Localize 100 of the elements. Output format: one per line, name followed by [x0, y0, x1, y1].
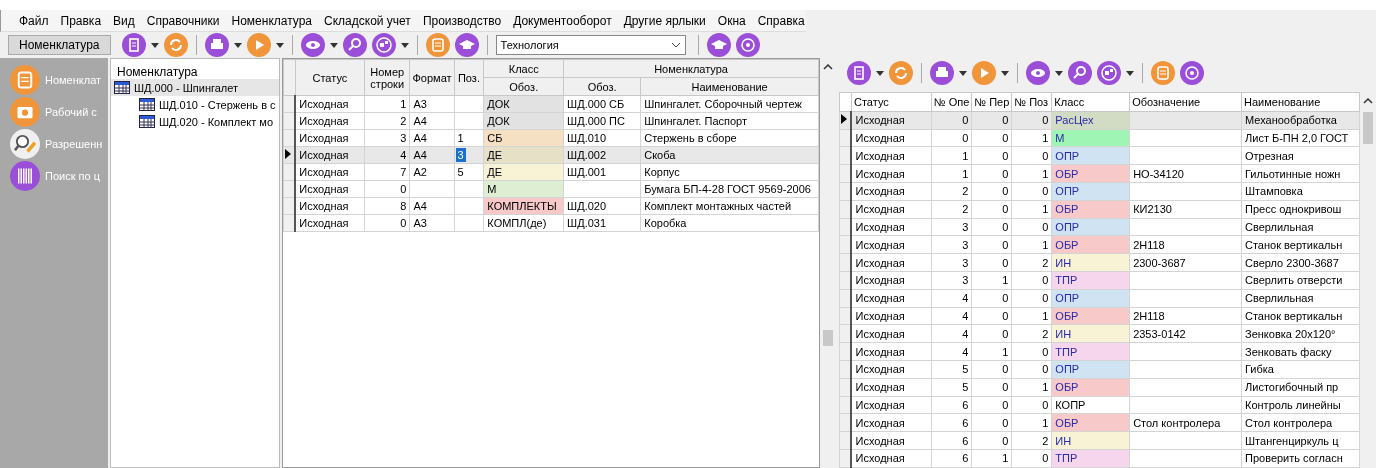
table-cell: 4: [931, 289, 972, 308]
graduation-cap-icon[interactable]: [706, 33, 731, 57]
search-icon[interactable]: [342, 33, 367, 57]
table-cell: 1: [1011, 164, 1052, 183]
table-cell: Стержень в сборе: [640, 129, 819, 147]
tree-item[interactable]: ШД.010 - Стержень в с: [111, 96, 279, 113]
table-cell: 2: [931, 182, 972, 201]
tree-title: Номенклатура: [116, 65, 199, 79]
table-cell: 1: [1011, 413, 1052, 432]
menu-item[interactable]: Правка: [54, 13, 108, 28]
table-cell: 1: [971, 449, 1012, 468]
menu-item[interactable]: Документооборот: [507, 13, 618, 28]
caret-icon[interactable]: [329, 42, 338, 48]
caret-icon[interactable]: [1055, 70, 1063, 76]
table-cell: 3: [931, 253, 972, 272]
table-cell: ШД.001: [563, 163, 641, 181]
nomenclature-tab[interactable]: Номенклатура: [8, 35, 111, 55]
scroll-up-icon[interactable]: [1363, 98, 1373, 104]
magnifier-pencil-icon[interactable]: [10, 129, 40, 159]
scrollbar-thumb[interactable]: [823, 330, 833, 346]
table-cell: Зенковать фаску: [1241, 342, 1360, 361]
column-header[interactable]: Обозначение: [1129, 92, 1242, 112]
column-header[interactable]: № Опе: [931, 92, 972, 112]
table-cell: ШД.020: [563, 197, 641, 215]
scrollbar-thumb[interactable]: [1363, 112, 1373, 144]
table-cell: 4: [931, 342, 972, 361]
menu-item[interactable]: Другие ярлыки: [617, 13, 712, 28]
table-cell: 2: [1011, 253, 1052, 272]
table-cell: А4: [410, 112, 455, 130]
barcode-icon[interactable]: [10, 161, 40, 191]
column-header[interactable]: Наименование: [1241, 92, 1360, 112]
menu-item[interactable]: Справка: [751, 13, 811, 28]
column-header[interactable]: № Пер: [971, 92, 1012, 112]
caret-icon[interactable]: [1126, 70, 1134, 76]
eye-icon[interactable]: [1026, 61, 1050, 85]
disc-icon[interactable]: [1180, 61, 1204, 85]
caret-icon[interactable]: [959, 70, 967, 76]
table-cell: КОПР: [1051, 396, 1130, 414]
table-cell: 5: [454, 163, 484, 181]
column-header[interactable]: Статус: [295, 59, 365, 96]
printer-icon[interactable]: [930, 61, 954, 85]
menu-item[interactable]: Окна: [711, 13, 752, 28]
table-cell: 3: [931, 271, 972, 290]
table-cell: 1: [364, 95, 410, 113]
caret-icon[interactable]: [1001, 70, 1009, 76]
table-cell: Исходная: [295, 197, 365, 215]
table-cell: 0: [971, 413, 1012, 432]
document-icon[interactable]: [121, 33, 146, 57]
caret-icon[interactable]: [150, 42, 159, 48]
printer-icon[interactable]: [204, 33, 229, 57]
menu-item[interactable]: Файл: [13, 13, 55, 28]
caret-icon[interactable]: [876, 70, 884, 76]
technology-dropdown[interactable]: Технология: [495, 35, 686, 55]
table-cell: [454, 180, 484, 198]
scroll-up-icon[interactable]: [823, 64, 833, 70]
table-cell: 0: [1011, 182, 1052, 201]
column-header[interactable]: № Поз: [1011, 92, 1052, 112]
menu-item[interactable]: Справочники: [140, 13, 226, 28]
table-cell: 0: [1011, 360, 1052, 379]
table-cell: 0: [1011, 289, 1052, 308]
caret-icon[interactable]: [275, 42, 284, 48]
column-header[interactable]: Формат: [410, 59, 455, 96]
table-cell: Исходная: [851, 200, 932, 219]
table-cell: 2353-0142: [1129, 324, 1242, 343]
table-cell: Исходная: [851, 235, 932, 254]
table-cell: А3: [410, 214, 455, 232]
table-cell: Исходная: [851, 378, 932, 397]
table-cell[interactable]: 3: [455, 148, 466, 162]
table-cell: Пресс однокривош: [1241, 200, 1360, 219]
table-cell: 1: [931, 146, 972, 165]
menu-item[interactable]: Вид: [107, 13, 141, 28]
table-cell: 2Н118: [1129, 235, 1242, 254]
tree-item[interactable]: ШД.000 - Шпингалет: [111, 79, 279, 96]
table-cell: Штангенциркуль ц: [1241, 431, 1360, 450]
menu-item[interactable]: Производство: [416, 13, 508, 28]
eye-icon[interactable]: [300, 33, 325, 57]
disc-icon[interactable]: [735, 33, 760, 57]
search-icon[interactable]: [1068, 61, 1092, 85]
tree-item[interactable]: ШД.020 - Комплект мо: [111, 113, 279, 130]
document-icon[interactable]: [847, 61, 871, 85]
menu-item[interactable]: Складской учет: [318, 13, 417, 28]
column-header[interactable]: Номер строки: [364, 59, 410, 96]
table-cell: Исходная: [851, 396, 932, 414]
table-cell: Исходная: [295, 180, 365, 198]
table-cell: ШД.031: [563, 214, 641, 232]
table-cell: 0: [1011, 342, 1052, 361]
menu-item[interactable]: Номенклатура: [225, 13, 318, 28]
caret-icon[interactable]: [233, 42, 242, 48]
column-header[interactable]: Класс: [1051, 92, 1130, 112]
column-header[interactable]: Поз.: [454, 59, 484, 96]
table-cell: 8: [364, 197, 410, 215]
table-cell: [454, 95, 484, 113]
caret-icon[interactable]: [400, 42, 409, 48]
graduation-cap-icon[interactable]: [454, 33, 479, 57]
column-header[interactable]: Статус: [851, 92, 932, 112]
table-cell: 4: [931, 307, 972, 325]
table-cell: А3: [410, 95, 455, 113]
table-cell: [410, 180, 455, 198]
table-cell: 3: [931, 235, 972, 254]
table-cell: 0: [971, 324, 1012, 343]
